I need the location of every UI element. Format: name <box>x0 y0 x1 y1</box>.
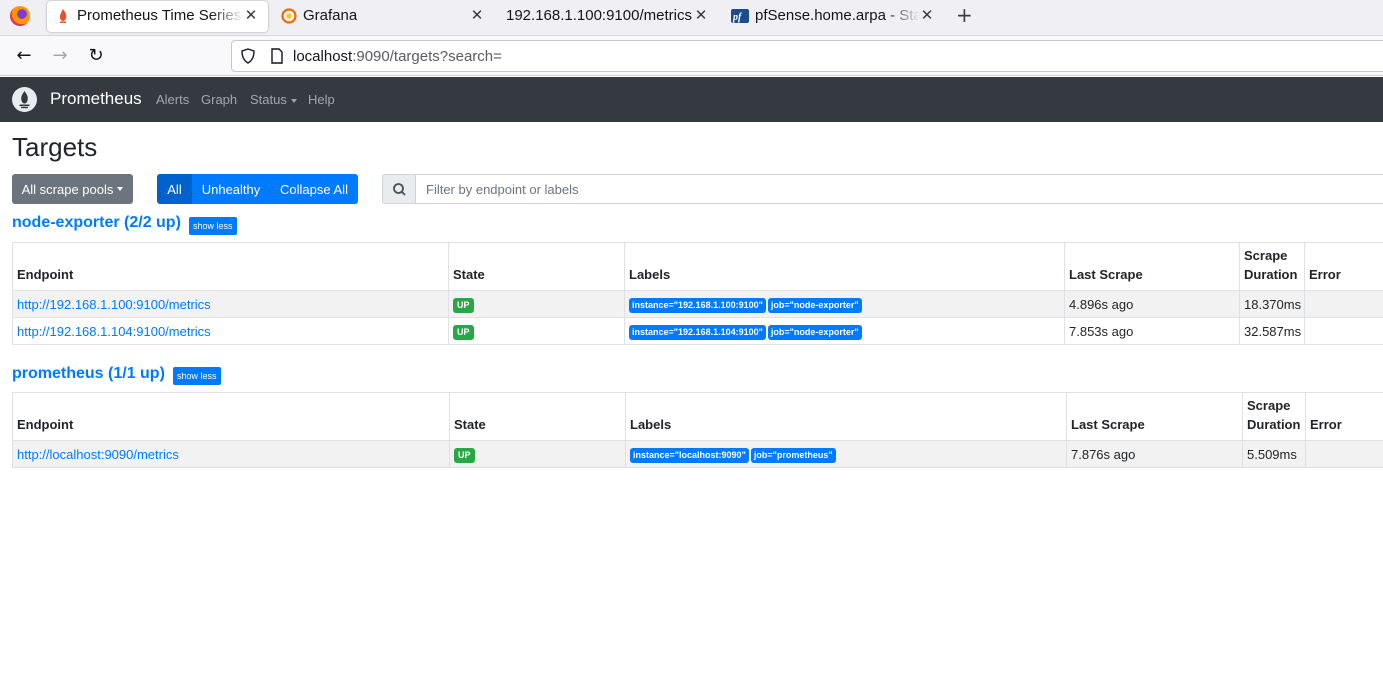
chevron-down-icon <box>290 98 297 103</box>
close-tab-icon[interactable]: ✕ <box>919 6 935 24</box>
column-header-labels: Labels <box>625 392 1067 441</box>
nav-alerts[interactable]: Alerts <box>156 92 189 107</box>
column-header-state: State <box>449 392 626 441</box>
last-scrape: 4.896s ago <box>1064 290 1240 318</box>
back-arrow-icon[interactable]: ← <box>12 44 36 68</box>
last-scrape: 7.853s ago <box>1064 317 1240 345</box>
column-header-last-scrape: Last Scrape <box>1064 242 1240 291</box>
new-tab-icon[interactable]: + <box>956 3 973 27</box>
browser-tab-metrics[interactable]: 192.168.1.100:9100/metrics ✕ <box>498 1 718 32</box>
label-badge: job="node-exporter" <box>767 324 862 340</box>
column-header-state: State <box>448 242 625 291</box>
scrape-duration: 32.587ms <box>1239 317 1305 345</box>
grafana-favicon-icon <box>281 8 297 24</box>
label-badge: instance="192.168.1.104:9100" <box>629 324 766 340</box>
scrape-duration: 18.370ms <box>1239 290 1305 318</box>
show-less-button[interactable]: show less <box>189 217 237 235</box>
column-header-scrape-duration: Scrape Duration <box>1242 392 1306 441</box>
close-tab-icon[interactable]: ✕ <box>243 6 259 24</box>
tab-title: pfSense.home.arpa - Status <box>755 7 920 24</box>
targets-table-prometheus: Endpoint State Labels Last Scrape Scrape… <box>12 392 1383 468</box>
label-badge: job="prometheus" <box>750 447 836 463</box>
state-badge: UP <box>453 297 474 313</box>
search-group <box>382 174 1383 204</box>
prometheus-navbar: Prometheus Alerts Graph Status Help <box>0 77 1383 122</box>
close-tab-icon[interactable]: ✕ <box>469 6 485 24</box>
search-icon <box>382 174 416 204</box>
endpoint-link[interactable]: http://192.168.1.100:9100/metrics <box>17 297 211 312</box>
column-header-endpoint: Endpoint <box>12 242 449 291</box>
scrape-pools-label: All scrape pools <box>21 181 114 197</box>
table-row: http://localhost:9090/metrics UP instanc… <box>12 440 1383 468</box>
browser-tab-grafana[interactable]: Grafana ✕ <box>273 1 493 32</box>
url-text[interactable]: localhost:9090/targets?search= <box>293 48 502 65</box>
nav-graph[interactable]: Graph <box>201 92 237 107</box>
error-cell <box>1304 317 1383 345</box>
tab-title: 192.168.1.100:9100/metrics <box>506 7 692 24</box>
endpoint-link[interactable]: http://192.168.1.104:9100/metrics <box>17 324 211 339</box>
state-badge: UP <box>453 324 474 340</box>
error-cell <box>1305 440 1383 468</box>
error-cell <box>1304 290 1383 318</box>
tab-title: Prometheus Time Series Collection <box>77 7 244 24</box>
column-header-labels: Labels <box>624 242 1065 291</box>
page-icon[interactable] <box>270 48 284 68</box>
prometheus-logo-icon[interactable] <box>12 87 37 112</box>
column-header-endpoint: Endpoint <box>12 392 450 441</box>
shield-icon[interactable] <box>240 48 256 68</box>
prometheus-favicon-icon <box>55 8 71 24</box>
forward-arrow-icon[interactable]: → <box>48 44 72 68</box>
close-tab-icon[interactable]: ✕ <box>693 6 709 24</box>
nav-status[interactable]: Status <box>250 92 297 107</box>
scrape-duration: 5.509ms <box>1242 440 1306 468</box>
browser-tab-strip: Prometheus Time Series Collection ✕ Graf… <box>0 0 1383 36</box>
pool-title-prometheus[interactable]: prometheus (1/1 up) <box>12 365 165 383</box>
reload-icon[interactable]: ↻ <box>84 44 108 68</box>
label-badge: job="node-exporter" <box>767 297 862 313</box>
label-badge: instance="192.168.1.100:9100" <box>629 297 766 313</box>
search-input[interactable] <box>415 174 1383 204</box>
pool-title-node-exporter[interactable]: node-exporter (2/2 up) <box>12 214 181 232</box>
tab-title: Grafana <box>303 7 358 24</box>
url-bar[interactable]: localhost:9090/targets?search= <box>231 40 1383 72</box>
chevron-down-icon <box>117 187 124 191</box>
targets-table-node-exporter: Endpoint State Labels Last Scrape Scrape… <box>12 242 1383 345</box>
column-header-error: Error <box>1304 242 1383 291</box>
url-host: localhost <box>293 48 353 65</box>
filter-all-button[interactable]: All <box>157 174 192 204</box>
table-row: http://192.168.1.104:9100/metrics UP ins… <box>12 317 1383 345</box>
collapse-all-button[interactable]: Collapse All <box>270 174 358 204</box>
column-header-scrape-duration: Scrape Duration <box>1239 242 1305 291</box>
column-header-error: Error <box>1305 392 1383 441</box>
page-title: Targets <box>12 132 98 162</box>
nav-help[interactable]: Help <box>308 92 335 107</box>
prometheus-brand[interactable]: Prometheus <box>50 89 142 109</box>
label-badge: instance="localhost:9090" <box>630 447 749 463</box>
browser-tab-pfsense[interactable]: pf pfSense.home.arpa - Status ✕ <box>723 1 944 32</box>
state-badge: UP <box>454 447 475 463</box>
endpoint-link[interactable]: http://localhost:9090/metrics <box>17 447 179 462</box>
show-less-button[interactable]: show less <box>173 367 221 385</box>
scrape-pools-dropdown[interactable]: All scrape pools <box>12 174 133 204</box>
column-header-last-scrape: Last Scrape <box>1066 392 1243 441</box>
table-row: http://192.168.1.100:9100/metrics UP ins… <box>12 290 1383 318</box>
browser-toolbar: ← → ↻ localhost:9090/targets?search= <box>0 36 1383 76</box>
last-scrape: 7.876s ago <box>1066 440 1243 468</box>
filter-unhealthy-button[interactable]: Unhealthy <box>192 174 270 204</box>
nav-status-label: Status <box>250 92 287 107</box>
firefox-menu-icon[interactable] <box>10 6 30 26</box>
browser-tab-prometheus[interactable]: Prometheus Time Series Collection ✕ <box>47 1 268 32</box>
pfsense-favicon-icon: pf <box>731 8 749 24</box>
url-path: :9090/targets?search= <box>352 48 502 65</box>
